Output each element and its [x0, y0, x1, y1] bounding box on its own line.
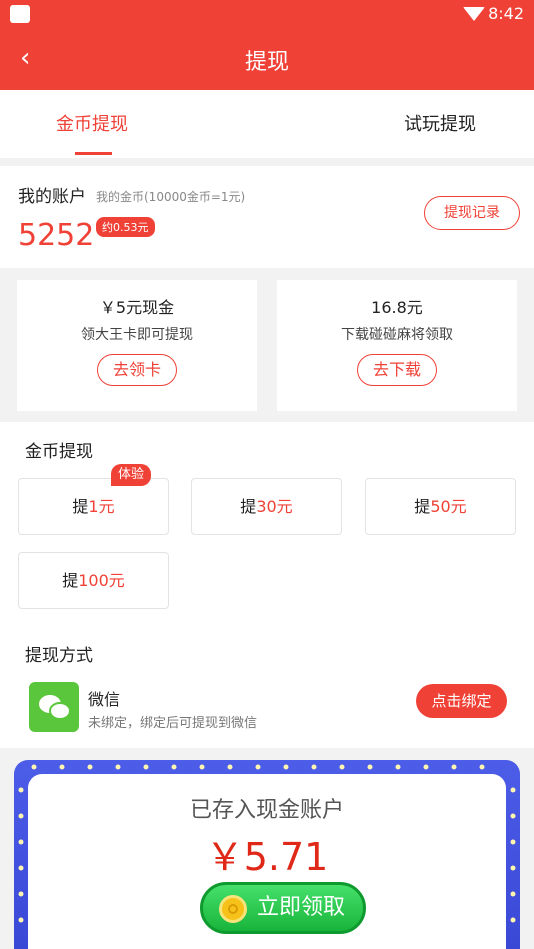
- claim-button-label: 立即领取: [256, 895, 345, 920]
- option-prefix: 提: [72, 497, 89, 516]
- option-amount: 1元: [88, 497, 115, 516]
- option-amount: 30元: [256, 497, 293, 516]
- active-tab-indicator: [75, 152, 112, 155]
- promo-title: 16.8元: [371, 298, 423, 317]
- withdraw-option-50[interactable]: 提50元: [365, 478, 516, 535]
- page-title: 提现: [244, 50, 289, 75]
- approx-badge: 约0.53元: [96, 217, 155, 237]
- promo-desc: 领大王卡即可提现: [81, 327, 193, 343]
- coin-balance: 5252: [18, 218, 95, 253]
- reward-amount: ￥5.71: [205, 835, 329, 879]
- status-time: 8:42: [488, 4, 524, 23]
- wifi-icon: [463, 7, 485, 21]
- wechat-label: 微信: [88, 690, 121, 709]
- withdraw-option-100[interactable]: 提100元: [18, 552, 169, 609]
- gold-coin-icon: [219, 895, 247, 923]
- tab-trial-withdraw[interactable]: 试玩提现: [404, 110, 476, 136]
- option-prefix: 提: [62, 571, 79, 590]
- withdraw-section: 金币提现 提1元 体验 提30元 提50元 提100元 提现方式 微信 未绑定，…: [0, 422, 534, 748]
- tab-bar: 金币提现 试玩提现: [0, 90, 534, 158]
- notification-icon: [10, 5, 30, 23]
- promo-card-download: 16.8元 下载碰碰麻将领取 去下载: [277, 280, 517, 411]
- promo-card-cash: ￥5元现金 领大王卡即可提现 去领卡: [17, 280, 257, 411]
- option-prefix: 提: [240, 497, 257, 516]
- status-bar: 8:42: [0, 0, 534, 28]
- promo-desc: 下载碰碰麻将领取: [341, 327, 453, 343]
- withdraw-method-title: 提现方式: [25, 646, 93, 666]
- download-button[interactable]: 去下载: [357, 354, 437, 386]
- promo-title: ￥5元现金: [99, 298, 175, 317]
- withdraw-record-button[interactable]: 提现记录: [424, 196, 520, 230]
- tab-coin-withdraw[interactable]: 金币提现: [56, 110, 128, 136]
- get-card-button[interactable]: 去领卡: [97, 354, 177, 386]
- option-prefix: 提: [414, 497, 431, 516]
- account-title: 我的账户: [18, 187, 86, 207]
- trial-badge: 体验: [111, 464, 151, 486]
- reward-popup: 已存入现金账户 ￥5.71 立即领取: [14, 760, 520, 949]
- option-amount: 100元: [78, 571, 125, 590]
- bind-wechat-button[interactable]: 点击绑定: [416, 684, 507, 718]
- app-bar: ‹ 提现: [0, 28, 534, 90]
- wechat-icon: [29, 682, 79, 732]
- option-amount: 50元: [430, 497, 467, 516]
- reward-caption: 已存入现金账户: [189, 798, 344, 823]
- reward-card: 已存入现金账户 ￥5.71 立即领取: [28, 774, 506, 949]
- wechat-desc: 未绑定，绑定后可提现到微信: [88, 716, 258, 731]
- account-card: 我的账户 我的金币(10000金币=1元) 5252 约0.53元 提现记录: [0, 166, 534, 268]
- withdraw-option-1[interactable]: 提1元: [18, 478, 169, 535]
- claim-now-button[interactable]: 立即领取: [200, 882, 366, 934]
- coin-withdraw-title: 金币提现: [25, 442, 93, 462]
- account-subtitle: 我的金币(10000金币=1元): [96, 190, 246, 204]
- withdraw-option-30[interactable]: 提30元: [191, 478, 342, 535]
